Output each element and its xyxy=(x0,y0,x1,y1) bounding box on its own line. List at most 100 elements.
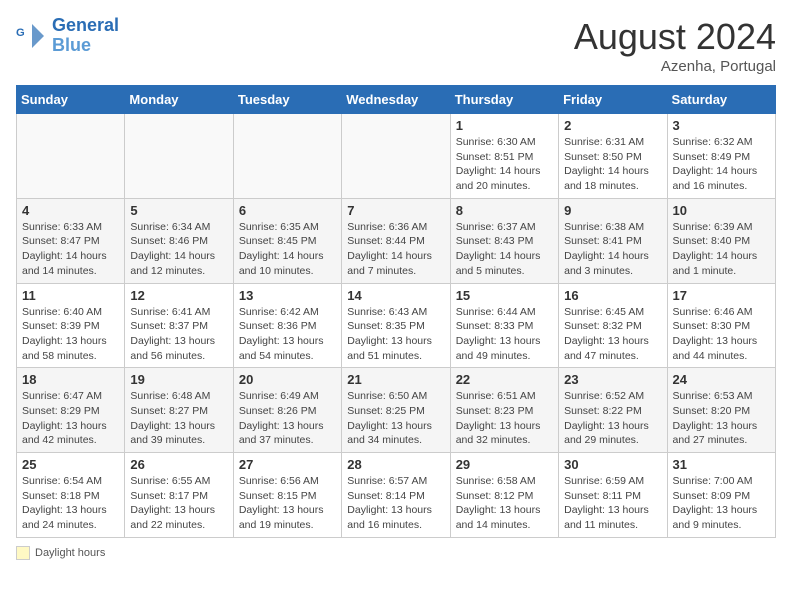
weekday-header-friday: Friday xyxy=(559,86,667,114)
day-number: 7 xyxy=(347,203,444,218)
day-number: 3 xyxy=(673,118,770,133)
week-row-5: 25Sunrise: 6:54 AM Sunset: 8:18 PM Dayli… xyxy=(17,453,776,538)
day-detail: Sunrise: 6:52 AM Sunset: 8:22 PM Dayligh… xyxy=(564,389,661,448)
calendar-cell: 20 Sunrise: 6:49 AM Sunset: 8:26 PM Dayli… xyxy=(233,368,341,453)
calendar-cell: 31 Sunrise: 7:00 AM Sunset: 8:09 PM Dayli… xyxy=(667,453,775,538)
day-detail: Sunrise: 6:31 AM Sunset: 8:50 PM Dayligh… xyxy=(564,135,661,194)
weekday-header-wednesday: Wednesday xyxy=(342,86,450,114)
calendar-cell: 6 Sunrise: 6:35 AM Sunset: 8:45 PM Daylig… xyxy=(233,198,341,283)
day-detail: Sunrise: 6:41 AM Sunset: 8:37 PM Dayligh… xyxy=(130,305,227,364)
day-number: 1 xyxy=(456,118,553,133)
day-detail: Sunrise: 6:38 AM Sunset: 8:41 PM Dayligh… xyxy=(564,220,661,279)
day-detail: Sunrise: 6:32 AM Sunset: 8:49 PM Dayligh… xyxy=(673,135,770,194)
week-row-2: 4 Sunrise: 6:33 AM Sunset: 8:47 PM Daylig… xyxy=(17,198,776,283)
calendar-cell: 23 Sunrise: 6:52 AM Sunset: 8:22 PM Dayli… xyxy=(559,368,667,453)
calendar-cell: 17 Sunrise: 6:46 AM Sunset: 8:30 PM Dayli… xyxy=(667,283,775,368)
day-detail: Sunrise: 7:00 AM Sunset: 8:09 PM Dayligh… xyxy=(673,474,770,533)
day-detail: Sunrise: 6:54 AM Sunset: 8:18 PM Dayligh… xyxy=(22,474,119,533)
day-detail: Sunrise: 6:44 AM Sunset: 8:33 PM Dayligh… xyxy=(456,305,553,364)
day-number: 22 xyxy=(456,372,553,387)
page-header: G GeneralBlue August 2024 Azenha, Portug… xyxy=(16,16,776,75)
day-detail: Sunrise: 6:57 AM Sunset: 8:14 PM Dayligh… xyxy=(347,474,444,533)
weekday-header-thursday: Thursday xyxy=(450,86,558,114)
day-detail: Sunrise: 6:58 AM Sunset: 8:12 PM Dayligh… xyxy=(456,474,553,533)
day-detail: Sunrise: 6:36 AM Sunset: 8:44 PM Dayligh… xyxy=(347,220,444,279)
day-number: 10 xyxy=(673,203,770,218)
calendar-cell: 8 Sunrise: 6:37 AM Sunset: 8:43 PM Daylig… xyxy=(450,198,558,283)
day-number: 19 xyxy=(130,372,227,387)
day-detail: Sunrise: 6:40 AM Sunset: 8:39 PM Dayligh… xyxy=(22,305,119,364)
calendar-cell: 22 Sunrise: 6:51 AM Sunset: 8:23 PM Dayli… xyxy=(450,368,558,453)
calendar-cell: 30Sunrise: 6:59 AM Sunset: 8:11 PM Dayli… xyxy=(559,453,667,538)
calendar-cell: 9Sunrise: 6:38 AM Sunset: 8:41 PM Daylig… xyxy=(559,198,667,283)
calendar-cell xyxy=(342,114,450,199)
day-number: 6 xyxy=(239,203,336,218)
day-detail: Sunrise: 6:43 AM Sunset: 8:35 PM Dayligh… xyxy=(347,305,444,364)
day-number: 11 xyxy=(22,288,119,303)
day-detail: Sunrise: 6:49 AM Sunset: 8:26 PM Dayligh… xyxy=(239,389,336,448)
day-detail: Sunrise: 6:48 AM Sunset: 8:27 PM Dayligh… xyxy=(130,389,227,448)
calendar-cell: 7 Sunrise: 6:36 AM Sunset: 8:44 PM Daylig… xyxy=(342,198,450,283)
day-number: 18 xyxy=(22,372,119,387)
day-number: 5 xyxy=(130,203,227,218)
calendar-cell xyxy=(17,114,125,199)
calendar-cell: 1Sunrise: 6:30 AM Sunset: 8:51 PM Daylig… xyxy=(450,114,558,199)
calendar-cell: 12Sunrise: 6:41 AM Sunset: 8:37 PM Dayli… xyxy=(125,283,233,368)
calendar-cell: 13Sunrise: 6:42 AM Sunset: 8:36 PM Dayli… xyxy=(233,283,341,368)
calendar-cell: 29 Sunrise: 6:58 AM Sunset: 8:12 PM Dayli… xyxy=(450,453,558,538)
day-detail: Sunrise: 6:39 AM Sunset: 8:40 PM Dayligh… xyxy=(673,220,770,279)
calendar-cell: 10 Sunrise: 6:39 AM Sunset: 8:40 PM Dayli… xyxy=(667,198,775,283)
day-detail: Sunrise: 6:56 AM Sunset: 8:15 PM Dayligh… xyxy=(239,474,336,533)
day-number: 17 xyxy=(673,288,770,303)
day-number: 24 xyxy=(673,372,770,387)
day-number: 29 xyxy=(456,457,553,472)
legend-item-daylight: Daylight hours xyxy=(16,546,105,560)
day-number: 21 xyxy=(347,372,444,387)
calendar-cell: 26Sunrise: 6:55 AM Sunset: 8:17 PM Dayli… xyxy=(125,453,233,538)
calendar-cell: 5Sunrise: 6:34 AM Sunset: 8:46 PM Daylig… xyxy=(125,198,233,283)
calendar-cell: 3 Sunrise: 6:32 AM Sunset: 8:49 PM Daylig… xyxy=(667,114,775,199)
weekday-header-tuesday: Tuesday xyxy=(233,86,341,114)
calendar-cell: 14 Sunrise: 6:43 AM Sunset: 8:35 PM Dayli… xyxy=(342,283,450,368)
calendar-cell: 4 Sunrise: 6:33 AM Sunset: 8:47 PM Daylig… xyxy=(17,198,125,283)
day-number: 14 xyxy=(347,288,444,303)
day-detail: Sunrise: 6:33 AM Sunset: 8:47 PM Dayligh… xyxy=(22,220,119,279)
svg-text:G: G xyxy=(16,27,25,39)
day-number: 23 xyxy=(564,372,661,387)
day-detail: Sunrise: 6:55 AM Sunset: 8:17 PM Dayligh… xyxy=(130,474,227,533)
day-detail: Sunrise: 6:37 AM Sunset: 8:43 PM Dayligh… xyxy=(456,220,553,279)
day-number: 2 xyxy=(564,118,661,133)
day-detail: Sunrise: 6:59 AM Sunset: 8:11 PM Dayligh… xyxy=(564,474,661,533)
weekday-header-monday: Monday xyxy=(125,86,233,114)
day-detail: Sunrise: 6:35 AM Sunset: 8:45 PM Dayligh… xyxy=(239,220,336,279)
calendar-cell: 19 Sunrise: 6:48 AM Sunset: 8:27 PM Dayli… xyxy=(125,368,233,453)
calendar-cell: 21 Sunrise: 6:50 AM Sunset: 8:25 PM Dayli… xyxy=(342,368,450,453)
calendar-cell xyxy=(233,114,341,199)
calendar-cell: 25Sunrise: 6:54 AM Sunset: 8:18 PM Dayli… xyxy=(17,453,125,538)
calendar-table: SundayMondayTuesdayWednesdayThursdayFrid… xyxy=(16,85,776,538)
calendar-cell: 15Sunrise: 6:44 AM Sunset: 8:33 PM Dayli… xyxy=(450,283,558,368)
legend-box-daylight xyxy=(16,546,30,560)
day-number: 28 xyxy=(347,457,444,472)
day-number: 16 xyxy=(564,288,661,303)
day-detail: Sunrise: 6:47 AM Sunset: 8:29 PM Dayligh… xyxy=(22,389,119,448)
day-detail: Sunrise: 6:45 AM Sunset: 8:32 PM Dayligh… xyxy=(564,305,661,364)
day-detail: Sunrise: 6:46 AM Sunset: 8:30 PM Dayligh… xyxy=(673,305,770,364)
day-number: 31 xyxy=(673,457,770,472)
calendar-cell xyxy=(125,114,233,199)
day-number: 20 xyxy=(239,372,336,387)
week-row-4: 18 Sunrise: 6:47 AM Sunset: 8:29 PM Dayli… xyxy=(17,368,776,453)
logo-icon: G xyxy=(16,20,48,52)
calendar-cell: 28 Sunrise: 6:57 AM Sunset: 8:14 PM Dayli… xyxy=(342,453,450,538)
weekday-header-sunday: Sunday xyxy=(17,86,125,114)
day-detail: Sunrise: 6:51 AM Sunset: 8:23 PM Dayligh… xyxy=(456,389,553,448)
weekday-header-saturday: Saturday xyxy=(667,86,775,114)
day-number: 27 xyxy=(239,457,336,472)
legend-label-daylight: Daylight hours xyxy=(35,547,105,559)
legend: Daylight hours xyxy=(16,546,776,560)
day-number: 8 xyxy=(456,203,553,218)
day-number: 4 xyxy=(22,203,119,218)
calendar-cell: 2 Sunrise: 6:31 AM Sunset: 8:50 PM Daylig… xyxy=(559,114,667,199)
day-detail: Sunrise: 6:50 AM Sunset: 8:25 PM Dayligh… xyxy=(347,389,444,448)
day-detail: Sunrise: 6:53 AM Sunset: 8:20 PM Dayligh… xyxy=(673,389,770,448)
